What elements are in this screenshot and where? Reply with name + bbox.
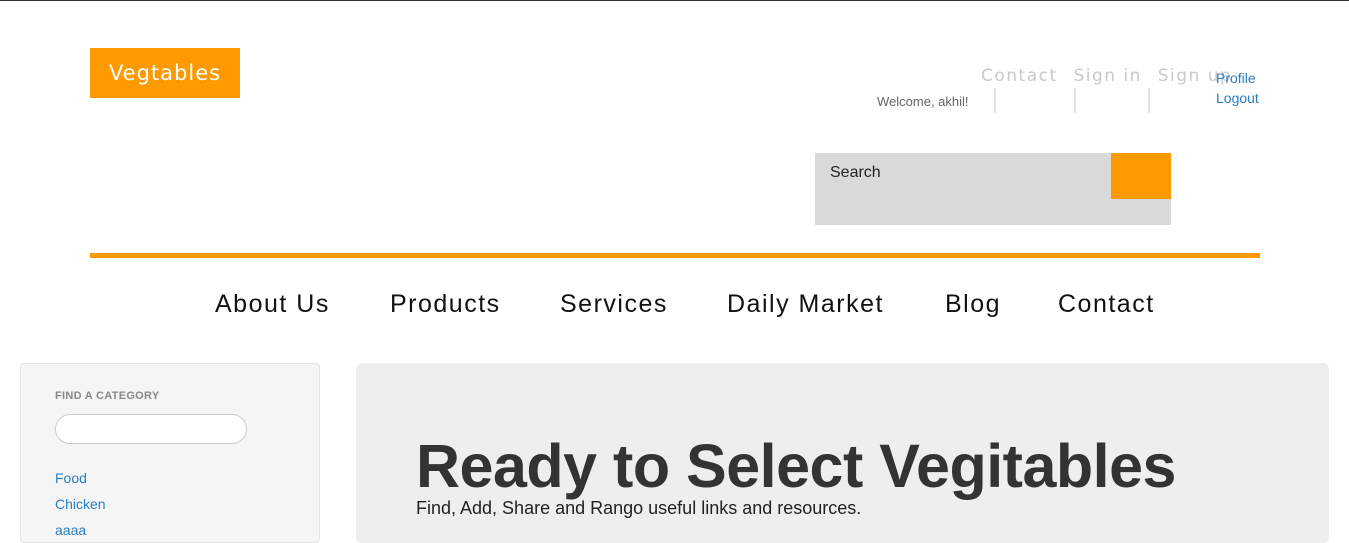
- nav-services[interactable]: Services: [560, 290, 668, 319]
- nav-divider: [1148, 88, 1150, 113]
- nav-products[interactable]: Products: [390, 290, 501, 319]
- search-button[interactable]: [1111, 153, 1171, 199]
- category-sidebar: FIND A CATEGORY Food Chicken aaaa: [20, 363, 320, 543]
- logout-link[interactable]: Logout: [1216, 90, 1259, 106]
- site-logo[interactable]: Vegtables: [90, 48, 240, 98]
- profile-link[interactable]: Profile: [1216, 70, 1256, 86]
- hero-panel: Ready to Select Vegitables Find, Add, Sh…: [356, 363, 1329, 543]
- nav-about-us[interactable]: About Us: [215, 290, 330, 319]
- contact-link[interactable]: Contact: [981, 66, 1058, 86]
- nav-blog[interactable]: Blog: [945, 290, 1001, 319]
- main-nav: About Us Products Services Daily Market …: [0, 290, 1349, 324]
- nav-divider: [1074, 88, 1076, 113]
- hero-subtitle: Find, Add, Share and Rango useful links …: [416, 498, 862, 518]
- sign-in-link[interactable]: Sign in: [1073, 66, 1141, 86]
- category-link-food[interactable]: Food: [55, 470, 87, 486]
- user-nav: Contact Sign in Sign up: [981, 66, 1232, 86]
- nav-contact[interactable]: Contact: [1058, 290, 1155, 319]
- search-box: [815, 153, 1171, 225]
- top-border: [0, 0, 1349, 1]
- search-input[interactable]: [815, 153, 1111, 193]
- category-search-input[interactable]: [55, 414, 247, 444]
- category-link-chicken[interactable]: Chicken: [55, 496, 106, 512]
- hero-title: Ready to Select Vegitables: [416, 432, 1176, 500]
- category-link-aaaa[interactable]: aaaa: [55, 522, 86, 538]
- sidebar-heading: FIND A CATEGORY: [55, 390, 160, 402]
- nav-divider: [994, 88, 996, 113]
- welcome-text: Welcome, akhil!: [877, 94, 969, 109]
- nav-daily-market[interactable]: Daily Market: [727, 290, 884, 319]
- header-divider: [90, 253, 1260, 258]
